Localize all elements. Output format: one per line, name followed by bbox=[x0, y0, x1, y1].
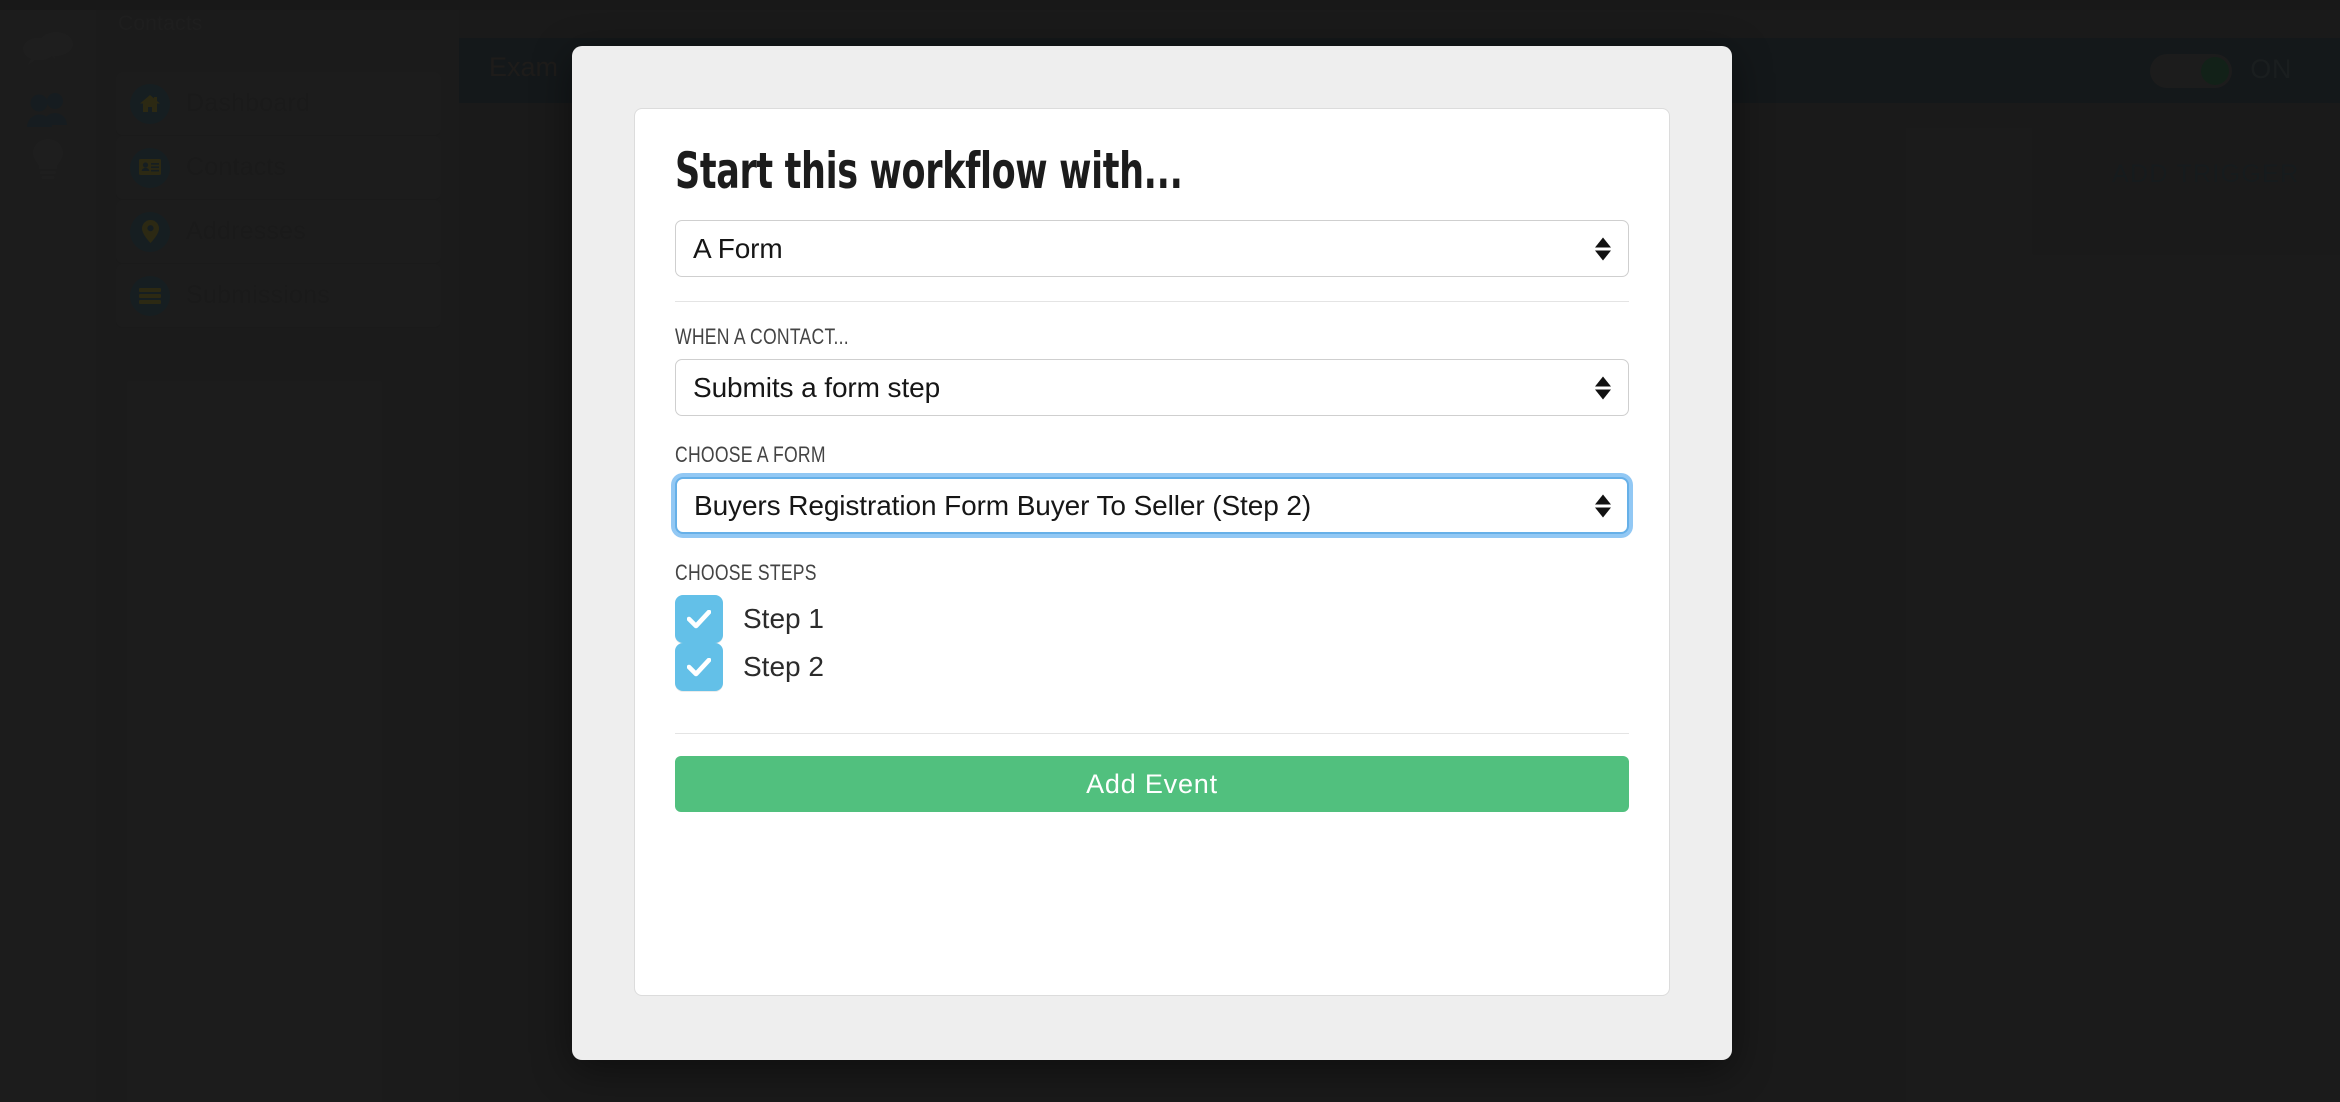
choose-a-form-value: Buyers Registration Form Buyer To Seller… bbox=[694, 490, 1311, 522]
chevron-updown-icon bbox=[1595, 494, 1611, 517]
choose-steps-list: Step 1 Step 2 bbox=[675, 595, 1629, 691]
modal-card: Start this workflow with... A Form WHEN … bbox=[634, 108, 1670, 996]
divider bbox=[675, 301, 1629, 302]
choose-a-form-select[interactable]: Buyers Registration Form Buyer To Seller… bbox=[675, 477, 1629, 534]
when-a-contact-select[interactable]: Submits a form step bbox=[675, 359, 1629, 416]
trigger-type-value: A Form bbox=[693, 233, 783, 265]
choose-a-form-select-wrap: Buyers Registration Form Buyer To Seller… bbox=[675, 477, 1629, 534]
start-workflow-modal: Start this workflow with... A Form WHEN … bbox=[572, 46, 1732, 1060]
step-label: Step 2 bbox=[743, 651, 824, 683]
modal-body: Start this workflow with... A Form WHEN … bbox=[635, 109, 1669, 812]
when-a-contact-select-wrap: Submits a form step bbox=[675, 359, 1629, 416]
choose-a-form-label: CHOOSE A FORM bbox=[675, 442, 1438, 468]
choose-steps-label: CHOOSE STEPS bbox=[675, 560, 1438, 586]
chevron-updown-icon bbox=[1595, 376, 1611, 399]
chevron-updown-icon bbox=[1595, 237, 1611, 260]
when-a-contact-value: Submits a form step bbox=[693, 372, 940, 404]
step-checkbox-row[interactable]: Step 2 bbox=[675, 643, 1629, 691]
checkmark-icon[interactable] bbox=[675, 643, 723, 691]
divider bbox=[675, 733, 1629, 734]
step-label: Step 1 bbox=[743, 603, 824, 635]
checkmark-icon[interactable] bbox=[675, 595, 723, 643]
when-a-contact-label: WHEN A CONTACT... bbox=[675, 324, 1438, 350]
step-checkbox-row[interactable]: Step 1 bbox=[675, 595, 1629, 643]
modal-title: Start this workflow with... bbox=[675, 145, 1343, 198]
trigger-type-select[interactable]: A Form bbox=[675, 220, 1629, 277]
trigger-type-select-wrap: A Form bbox=[675, 220, 1629, 277]
add-event-button[interactable]: Add Event bbox=[675, 756, 1629, 812]
